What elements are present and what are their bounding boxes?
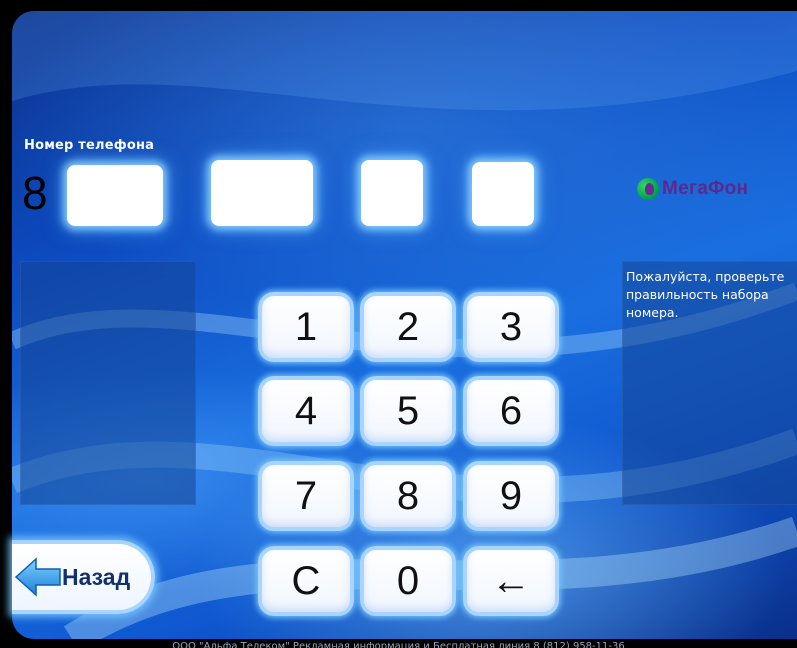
key-4[interactable]: 4 bbox=[258, 376, 354, 446]
clear-key[interactable]: C bbox=[258, 546, 354, 616]
key-0[interactable]: 0 bbox=[360, 546, 456, 616]
operator-logo: МегаФон bbox=[637, 178, 748, 200]
key-2[interactable]: 2 bbox=[360, 292, 456, 362]
arrow-left-icon bbox=[14, 557, 61, 597]
phone-prefix-field[interactable] bbox=[211, 160, 313, 226]
key-6[interactable]: 6 bbox=[463, 376, 559, 446]
phone-part-one-field[interactable] bbox=[361, 160, 423, 226]
back-button[interactable]: Назад bbox=[12, 540, 155, 614]
key-1[interactable]: 1 bbox=[258, 292, 354, 362]
backspace-key[interactable]: ← bbox=[463, 546, 559, 616]
footer-text: ООО "Альфа Телеком" Рекламная информация… bbox=[172, 641, 625, 648]
key-8[interactable]: 8 bbox=[360, 461, 456, 531]
back-button-label: Назад bbox=[62, 563, 131, 590]
key-3[interactable]: 3 bbox=[463, 292, 559, 362]
check-number-message: Пожалуйста, проверьте правильность набор… bbox=[626, 269, 785, 320]
phone-number-label: Номер телефона bbox=[24, 138, 155, 153]
operator-name: МегаФон bbox=[662, 178, 749, 199]
key-9[interactable]: 9 bbox=[463, 461, 559, 531]
phone-part-two-field[interactable] bbox=[472, 162, 534, 226]
left-info-panel bbox=[20, 261, 196, 505]
key-7[interactable]: 7 bbox=[258, 461, 354, 531]
key-5[interactable]: 5 bbox=[360, 376, 456, 446]
phone-prefix: 8 bbox=[22, 167, 48, 219]
phone-area-code-field[interactable] bbox=[67, 165, 163, 226]
megafon-logo-icon bbox=[637, 178, 659, 200]
